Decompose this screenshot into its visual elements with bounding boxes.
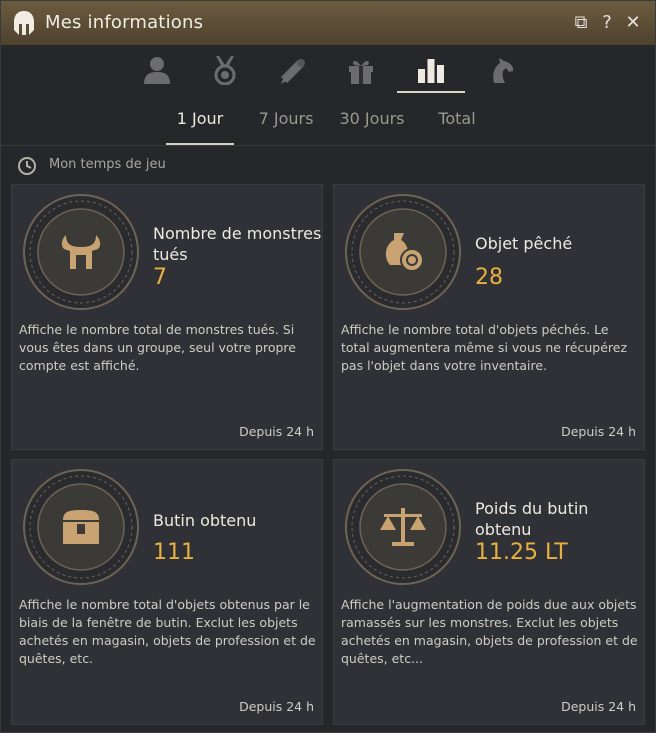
scale-icon [345,469,461,585]
close-icon[interactable]: ✕ [623,13,643,33]
tab-mount[interactable] [467,45,535,93]
section-title: Mon temps de jeu [49,157,166,172]
chest-icon [23,469,139,585]
fish-bag-icon [345,194,461,310]
tab-7-days[interactable]: 7 Jours [251,109,321,143]
user-icon [144,57,170,84]
stat-card-loot: Butin obtenu 111 Affiche le nombre total… [11,459,323,725]
stat-value: 11.25 LT [475,540,568,565]
stat-card-fishing: Objet pêché 28 Affiche le nombre total d… [333,184,645,450]
stat-period: Depuis 24 h [561,424,636,439]
tab-1-day[interactable]: 1 Jour [166,109,234,145]
period-tabs: 1 Jour 7 Jours 30 Jours Total [1,97,655,145]
tab-30-days[interactable]: 30 Jours [335,109,409,143]
medal-icon [214,56,236,85]
stat-name: Poids du butin obtenu [475,499,589,539]
title-bar[interactable]: Mes informations ⧉ ? ✕ [1,1,655,46]
divider [1,145,655,146]
stat-name: Objet pêché [475,234,573,253]
stat-card-loot-weight: Poids du butin obtenu 11.25 LT Affiche l… [333,459,645,725]
stat-description: Affiche le nombre total d'objets péchés.… [341,322,628,373]
tab-profile[interactable] [123,45,191,93]
stat-description: Affiche l'augmentation de poids due aux … [341,597,638,666]
spartan-helmet-icon [14,11,34,35]
restore-icon[interactable]: ⧉ [571,13,591,33]
stats-icon [418,59,444,83]
stat-period: Depuis 24 h [561,699,636,714]
my-information-window: Mes informations ⧉ ? ✕ 1 Jour 7 Jours 30… [0,0,656,733]
category-tabs [1,45,655,95]
stat-description: Affiche le nombre total d'objets obtenus… [19,597,316,666]
stat-period: Depuis 24 h [239,424,314,439]
tab-rewards[interactable] [327,45,395,93]
stat-value: 28 [475,265,503,290]
scroll-icon [281,59,305,84]
help-icon[interactable]: ? [597,13,617,33]
horse-icon [493,58,514,83]
helmet-icon [23,194,139,310]
stat-period: Depuis 24 h [239,699,314,714]
stat-name: Nombre de monstres tués [153,224,322,264]
stat-value: 7 [153,265,167,290]
gift-icon [349,60,373,84]
tab-knowledge[interactable] [259,45,327,93]
stat-description: Affiche le nombre total de monstres tués… [19,322,296,373]
stat-value: 111 [153,540,195,565]
clock-icon [18,157,36,175]
stat-name: Butin obtenu [153,511,257,530]
tab-total[interactable]: Total [429,109,485,143]
stat-card-monsters: Nombre de monstres tués 7 Affiche le nom… [11,184,323,450]
tab-statistics[interactable] [397,45,465,93]
window-title: Mes informations [45,12,204,33]
tab-achievements[interactable] [191,45,259,93]
